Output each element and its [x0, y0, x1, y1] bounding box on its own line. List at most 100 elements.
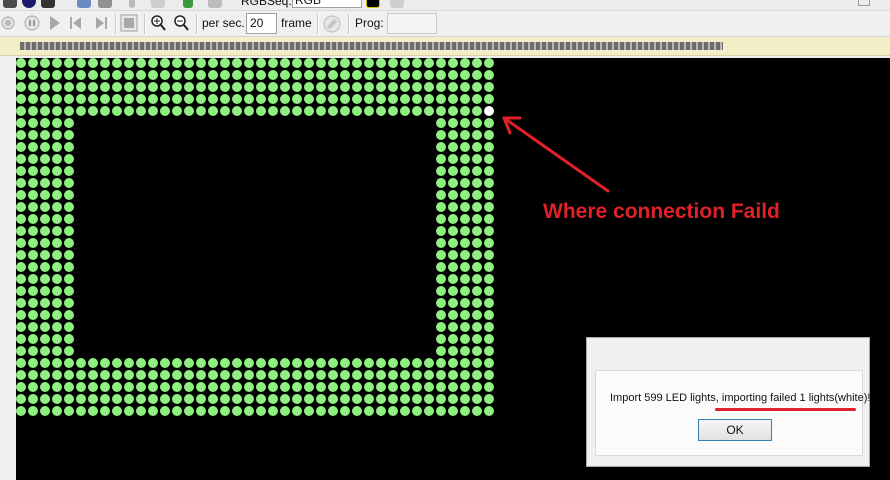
led-light	[208, 70, 218, 80]
led-light	[220, 82, 230, 92]
led-light	[412, 82, 422, 92]
zoom-in-icon[interactable]	[151, 15, 166, 31]
led-light	[52, 106, 62, 116]
led-light	[196, 58, 206, 68]
green-icon[interactable]	[183, 0, 193, 8]
led-light	[436, 58, 446, 68]
led-light	[28, 166, 38, 176]
led-light	[340, 358, 350, 368]
led-light	[40, 346, 50, 356]
led-light	[52, 262, 62, 272]
restore-window-icon[interactable]	[858, 0, 870, 6]
led-light	[268, 82, 278, 92]
led-light	[424, 358, 434, 368]
stop-icon[interactable]	[120, 14, 138, 32]
step-back-icon[interactable]	[70, 17, 81, 29]
led-light	[40, 322, 50, 332]
led-light	[484, 214, 494, 224]
led-light	[52, 118, 62, 128]
led-light	[76, 406, 86, 416]
led-light	[484, 310, 494, 320]
led-light	[424, 94, 434, 104]
color-wheel-icon[interactable]	[22, 0, 36, 8]
led-light	[376, 82, 386, 92]
fps-input[interactable]: 20	[246, 13, 277, 34]
led-light	[472, 58, 482, 68]
effect-brush-icon[interactable]	[322, 14, 342, 34]
led-light	[244, 82, 254, 92]
led-light	[280, 394, 290, 404]
led-light	[124, 358, 134, 368]
led-light	[460, 346, 470, 356]
pause-icon[interactable]	[24, 15, 40, 31]
led-light	[112, 82, 122, 92]
led-light	[124, 106, 134, 116]
brush-icon[interactable]	[41, 0, 55, 8]
led-light	[484, 346, 494, 356]
led-light	[196, 70, 206, 80]
box-icon[interactable]	[151, 0, 165, 8]
led-light	[16, 346, 26, 356]
led-light	[100, 82, 110, 92]
led-light	[388, 358, 398, 368]
led-light	[364, 94, 374, 104]
toolbar-separator	[348, 14, 350, 34]
led-light	[364, 106, 374, 116]
color-mode-select[interactable]: RGB	[292, 0, 362, 8]
led-light	[64, 58, 74, 68]
dialog-body	[595, 370, 863, 456]
led-light	[400, 94, 410, 104]
led-light	[100, 58, 110, 68]
led-light	[436, 250, 446, 260]
led-light	[400, 58, 410, 68]
step-forward-icon[interactable]	[96, 17, 107, 29]
led-light	[76, 94, 86, 104]
led-light	[28, 286, 38, 296]
play-icon[interactable]	[50, 16, 60, 30]
led-light	[28, 382, 38, 392]
led-light	[28, 130, 38, 140]
led-light	[412, 394, 422, 404]
led-light	[292, 358, 302, 368]
image-icon[interactable]	[77, 0, 91, 8]
led-light	[16, 154, 26, 164]
led-light	[76, 58, 86, 68]
led-light	[280, 406, 290, 416]
led-light	[268, 94, 278, 104]
zoom-out-icon[interactable]	[174, 15, 189, 31]
led-light	[388, 58, 398, 68]
led-light	[244, 358, 254, 368]
led-light	[76, 382, 86, 392]
record-icon[interactable]	[1, 16, 15, 30]
led-light	[400, 370, 410, 380]
effect-icon[interactable]	[208, 0, 222, 8]
pen-icon[interactable]	[129, 0, 135, 8]
gear-icon[interactable]	[366, 0, 380, 8]
prog-input[interactable]	[387, 13, 437, 34]
led-light	[184, 370, 194, 380]
led-light	[352, 406, 362, 416]
led-light	[436, 118, 446, 128]
led-light	[16, 106, 26, 116]
export-icon[interactable]	[390, 0, 404, 8]
led-light	[448, 118, 458, 128]
led-light	[316, 406, 326, 416]
led-light	[460, 94, 470, 104]
led-light	[460, 250, 470, 260]
led-light	[316, 94, 326, 104]
led-light	[232, 406, 242, 416]
led-light	[448, 82, 458, 92]
led-light	[220, 406, 230, 416]
led-light	[268, 394, 278, 404]
led-light	[16, 142, 26, 152]
ok-button[interactable]: OK	[698, 419, 772, 441]
app-icon[interactable]	[3, 0, 17, 8]
toolbar-separator	[317, 14, 319, 34]
led-light	[100, 106, 110, 116]
led-light	[220, 70, 230, 80]
layers-icon[interactable]	[98, 0, 112, 8]
led-light	[436, 274, 446, 284]
led-light	[352, 382, 362, 392]
led-light	[196, 370, 206, 380]
led-light	[52, 274, 62, 284]
